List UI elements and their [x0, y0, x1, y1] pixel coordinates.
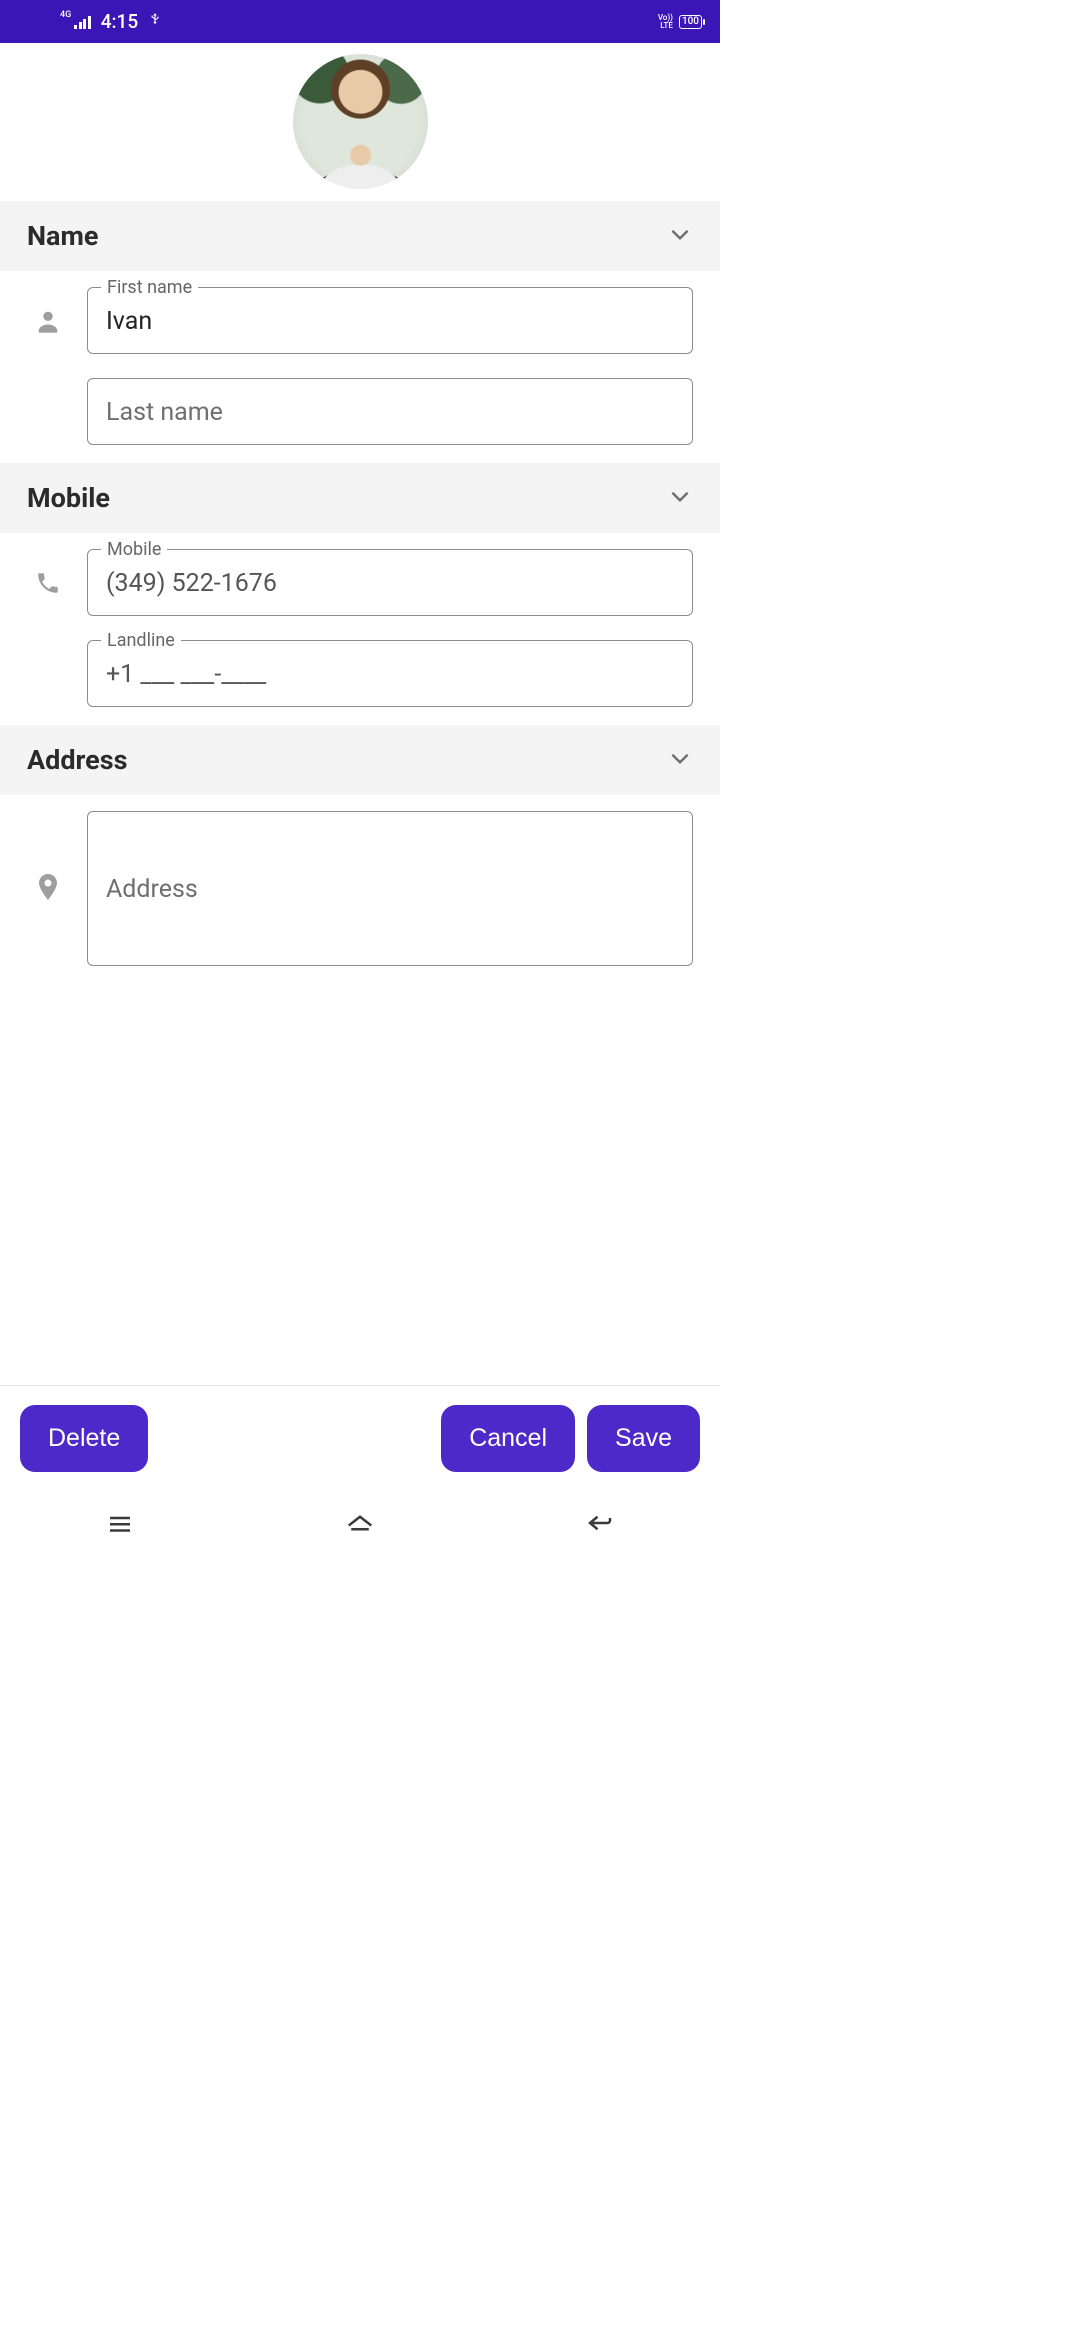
first-name-label: First name — [101, 277, 198, 298]
address-field[interactable]: Address — [87, 811, 693, 966]
form-content: Name First name Ivan Last name Mobile — [0, 43, 720, 1385]
avatar[interactable] — [293, 54, 428, 189]
section-body-address: Address — [0, 795, 720, 984]
network-label: 4G — [60, 11, 71, 20]
section-header-address[interactable]: Address — [0, 725, 720, 795]
usb-icon — [148, 10, 162, 33]
volte-indicator: Vo)) LTE — [658, 14, 673, 30]
chevron-down-icon — [667, 483, 693, 513]
signal-icon — [74, 15, 91, 29]
landline-label: Landline — [101, 630, 181, 651]
section-body-name: First name Ivan Last name — [0, 271, 720, 463]
recents-icon[interactable] — [105, 1508, 135, 1542]
back-icon[interactable] — [585, 1508, 615, 1542]
last-name-input[interactable]: Last name — [87, 378, 693, 445]
last-name-field[interactable]: Last name — [87, 378, 693, 445]
phone-icon — [27, 570, 69, 596]
cancel-button[interactable]: Cancel — [441, 1405, 575, 1472]
chevron-down-icon — [667, 745, 693, 775]
avatar-container — [0, 43, 720, 201]
action-bar: Delete Cancel Save — [0, 1385, 720, 1490]
landline-field[interactable]: Landline +1 ___ ___-____ — [87, 640, 693, 707]
person-icon — [27, 307, 69, 335]
delete-button[interactable]: Delete — [20, 1405, 148, 1472]
mobile-input[interactable]: (349) 522-1676 — [87, 549, 693, 616]
section-title: Address — [27, 744, 128, 776]
section-header-mobile[interactable]: Mobile — [0, 463, 720, 533]
section-header-name[interactable]: Name — [0, 201, 720, 271]
section-body-mobile: Mobile (349) 522-1676 Landline +1 ___ __… — [0, 533, 720, 725]
section-title: Name — [27, 220, 98, 252]
status-left: 4G 4:15 — [60, 10, 162, 33]
status-right: Vo)) LTE 100 — [658, 14, 702, 30]
system-nav-bar — [0, 1490, 720, 1560]
mobile-field[interactable]: Mobile (349) 522-1676 — [87, 549, 693, 616]
chevron-down-icon — [667, 221, 693, 251]
location-pin-icon — [27, 874, 69, 904]
save-button[interactable]: Save — [587, 1405, 700, 1472]
home-icon[interactable] — [345, 1508, 375, 1542]
first-name-field[interactable]: First name Ivan — [87, 287, 693, 354]
network-indicator: 4G — [60, 15, 91, 29]
address-input[interactable]: Address — [87, 811, 693, 966]
mobile-label: Mobile — [101, 539, 167, 560]
section-title: Mobile — [27, 482, 110, 514]
status-bar: 4G 4:15 Vo)) LTE 100 — [0, 0, 720, 43]
battery-indicator: 100 — [679, 15, 702, 29]
status-time: 4:15 — [101, 10, 138, 33]
